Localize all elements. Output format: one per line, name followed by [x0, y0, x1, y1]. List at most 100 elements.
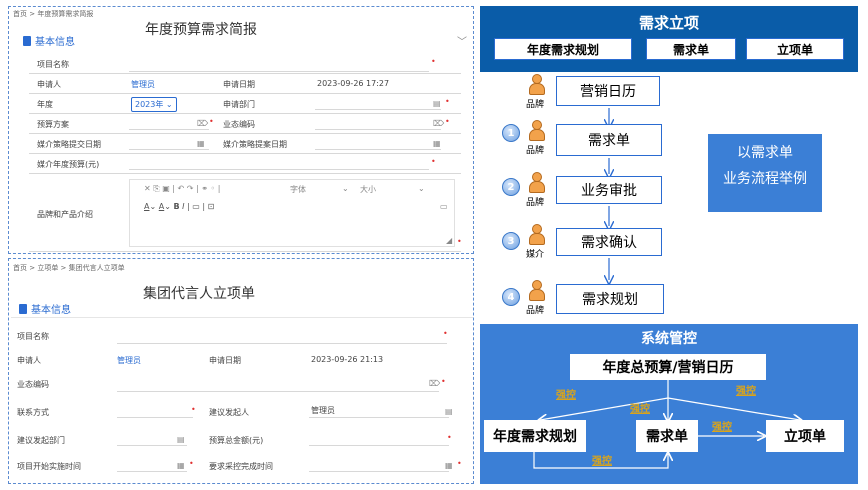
rich-text-editor[interactable]: ✕ ⎘ ▣ | ↶ ↷ | ⚭ ◦ | 字体 ⌄ 大小 ⌄ A⌄ A⌄ B I …: [129, 179, 455, 247]
strong-control-label: 强控: [736, 386, 756, 397]
note-line-1: 以需求单: [737, 145, 793, 161]
person-icon: [528, 172, 546, 194]
step-number-1: 1: [502, 124, 520, 142]
tag-icon[interactable]: ⌦: [433, 119, 444, 128]
project-name-label: 项目名称: [37, 60, 69, 69]
example-note: 以需求单 业务流程举例: [708, 134, 822, 212]
step-number-3: 3: [502, 232, 520, 250]
proposer-value: 管理员: [311, 406, 335, 415]
applicant-value: 管理员: [131, 80, 155, 89]
section-title: 基本信息: [35, 37, 75, 48]
system-control-panel: 系统管控: [480, 324, 858, 484]
purchase-done-label: 要求采控完成时间: [209, 462, 273, 471]
section-basic-info[interactable]: 基本信息: [23, 33, 75, 48]
proposer-label: 建议发起人: [209, 408, 249, 417]
project-name-label: 项目名称: [17, 332, 49, 341]
media-budget-input[interactable]: [129, 169, 429, 170]
media-submit-date-input[interactable]: [129, 149, 209, 150]
apply-date-label: 申请日期: [209, 356, 241, 365]
apply-dept-input[interactable]: [315, 109, 441, 110]
start-time-input[interactable]: [117, 471, 187, 472]
strong-control-label: 强控: [592, 456, 612, 467]
step-number-2: 2: [502, 178, 520, 196]
calendar-icon[interactable]: ▦: [177, 461, 185, 470]
org-picker-icon[interactable]: ▤: [433, 99, 441, 108]
budget-total-label: 预算总金额(元): [209, 436, 264, 445]
tab-annual-planning[interactable]: 年度需求规划: [494, 38, 632, 60]
requirement-header: 需求立项 年度需求规划 需求单 立项单: [480, 6, 858, 72]
step-requirement-sheet: 需求单: [556, 124, 662, 156]
strong-control-label: 强控: [556, 390, 576, 401]
role-label: 品牌: [526, 100, 545, 110]
role-label: 品牌: [526, 306, 545, 316]
proposer-dept-input[interactable]: [117, 445, 187, 446]
apply-dept-label: 申请部门: [223, 100, 255, 109]
resize-handle[interactable]: ◢: [446, 236, 452, 245]
applicant-value: 管理员: [117, 356, 141, 365]
person-picker-icon[interactable]: ▤: [445, 407, 453, 416]
budget-brief-form: 首页 > 年度预算需求简报 年度预算需求简报 基本信息 ﹀ 项目名称 • 申请人…: [8, 6, 474, 254]
calendar-icon[interactable]: ▦: [433, 139, 441, 148]
document-icon: [23, 35, 31, 46]
project-name-input[interactable]: [129, 71, 429, 72]
section-basic-info[interactable]: 基本信息: [19, 301, 71, 316]
person-icon: [528, 74, 546, 96]
step-number-4: 4: [502, 288, 520, 306]
budget-plan-label: 预算方案: [37, 120, 69, 129]
font-select[interactable]: 字体: [290, 184, 306, 195]
control-requirement-sheet: 需求单: [636, 420, 698, 452]
contact-input[interactable]: [117, 417, 193, 418]
media-proposal-date-label: 媒介策略提案日期: [223, 140, 287, 149]
tag-icon[interactable]: ⌦: [429, 379, 440, 388]
purchase-done-input[interactable]: [309, 471, 449, 472]
expand-icon[interactable]: ▭: [440, 202, 448, 211]
biz-code-input[interactable]: [117, 391, 439, 392]
person-icon: [528, 280, 546, 302]
role-label: 媒介: [526, 250, 545, 260]
note-line-2: 业务流程举例: [723, 171, 807, 187]
control-title: 系统管控: [641, 331, 697, 347]
chevron-down-icon[interactable]: ﹀: [457, 33, 467, 48]
biz-code-label: 业态编码: [223, 120, 255, 129]
strong-control-label: 强控: [712, 422, 732, 433]
applicant-label: 申请人: [17, 356, 41, 365]
calendar-icon[interactable]: ▦: [197, 139, 205, 148]
contact-label: 联系方式: [17, 408, 49, 417]
control-approval-sheet: 立项单: [766, 420, 844, 452]
start-time-label: 项目开始实施时间: [17, 462, 81, 471]
budget-plan-input[interactable]: [129, 129, 209, 130]
page-title: 集团代言人立项单: [143, 286, 255, 302]
tag-icon[interactable]: ⌦: [197, 119, 208, 128]
apply-date-value: 2023-09-26 17:27: [317, 79, 390, 88]
tab-requirement-sheet[interactable]: 需求单: [646, 38, 736, 60]
year-select[interactable]: 2023年 ⌄: [131, 97, 177, 112]
size-select[interactable]: 大小: [360, 184, 376, 195]
applicant-label: 申请人: [37, 80, 61, 89]
year-label: 年度: [37, 100, 53, 109]
control-annual-budget: 年度总预算/营销日历: [570, 354, 766, 380]
tab-approval-sheet[interactable]: 立项单: [746, 38, 844, 60]
media-budget-label: 媒介年度预算(元): [37, 160, 100, 169]
editor-toolbar-row1[interactable]: ✕ ⎘ ▣ | ↶ ↷ | ⚭ ◦ |: [144, 184, 220, 194]
apply-date-value: 2023-09-26 21:13: [311, 355, 384, 364]
apply-date-label: 申请日期: [223, 80, 255, 89]
org-picker-icon[interactable]: ▤: [177, 435, 185, 444]
brand-intro-label: 品牌和产品介绍: [37, 210, 93, 219]
media-proposal-date-input[interactable]: [315, 149, 441, 150]
project-name-input[interactable]: [117, 343, 447, 344]
person-icon: [528, 224, 546, 246]
proposer-dept-label: 建议发起部门: [17, 436, 65, 445]
breadcrumb: 首页 > 年度预算需求简报: [13, 10, 94, 18]
biz-code-input[interactable]: [315, 129, 441, 130]
project-approval-form: 首页 > 立项单 > 集团代言人立项单 集团代言人立项单 基本信息 项目名称 •…: [8, 258, 474, 484]
biz-code-label: 业态编码: [17, 380, 49, 389]
control-annual-planning: 年度需求规划: [484, 420, 586, 452]
page-title: 年度预算需求简报: [145, 22, 257, 38]
editor-toolbar-row2[interactable]: A⌄ A⌄ B I | ▭ | ⊡: [144, 202, 214, 211]
section-title: 基本信息: [31, 305, 71, 316]
budget-total-input[interactable]: [309, 445, 449, 446]
step-business-approval: 业务审批: [556, 176, 662, 204]
calendar-icon[interactable]: ▦: [445, 461, 453, 470]
breadcrumb: 首页 > 立项单 > 集团代言人立项单: [13, 264, 125, 272]
role-label: 品牌: [526, 146, 545, 156]
